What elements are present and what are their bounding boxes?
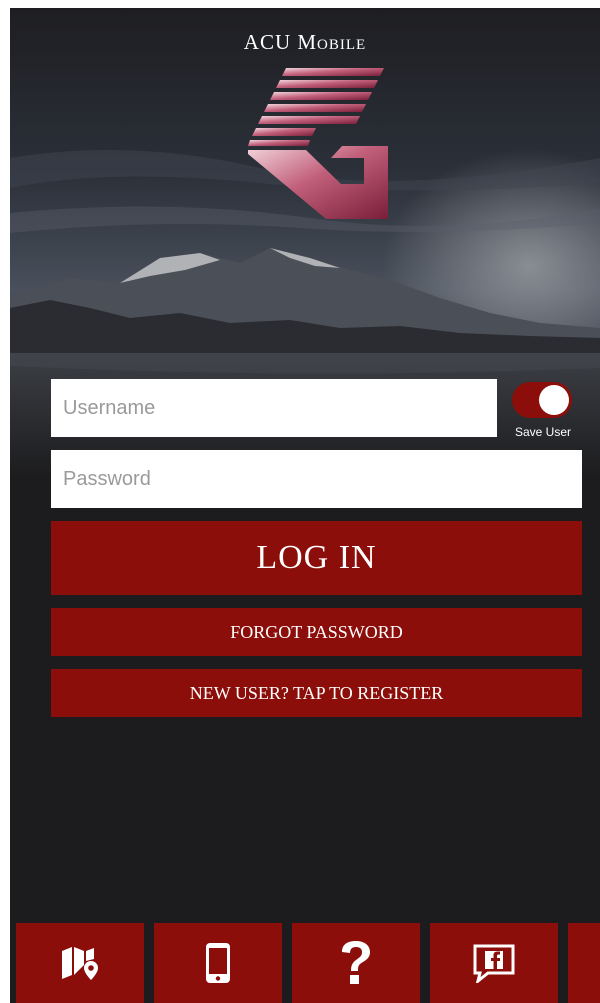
password-input[interactable] bbox=[51, 450, 582, 508]
register-button[interactable]: NEW USER? TAP TO REGISTER bbox=[51, 669, 582, 717]
username-input[interactable] bbox=[51, 379, 497, 437]
bottom-tab-bar bbox=[10, 923, 600, 1003]
login-button[interactable]: LOG IN bbox=[51, 521, 582, 595]
tab-locations[interactable] bbox=[16, 923, 144, 1003]
tab-more[interactable] bbox=[568, 923, 600, 1003]
login-screen: ACU Mobile Save User LOG IN FORGOT PASSW… bbox=[10, 8, 600, 1003]
facebook-chat-icon bbox=[473, 944, 515, 983]
tab-facebook[interactable] bbox=[430, 923, 558, 1003]
mobile-phone-icon bbox=[206, 943, 230, 983]
forgot-password-button[interactable]: FORGOT PASSWORD bbox=[51, 608, 582, 656]
tab-contact[interactable] bbox=[154, 923, 282, 1003]
save-user-toggle[interactable] bbox=[512, 382, 572, 418]
map-location-icon bbox=[62, 947, 98, 980]
toggle-knob bbox=[539, 385, 569, 415]
app-title: ACU Mobile bbox=[243, 30, 367, 54]
acu-logo bbox=[248, 68, 388, 219]
question-mark-icon bbox=[342, 941, 370, 984]
tab-help[interactable] bbox=[292, 923, 420, 1003]
save-user-label: Save User bbox=[514, 425, 572, 439]
